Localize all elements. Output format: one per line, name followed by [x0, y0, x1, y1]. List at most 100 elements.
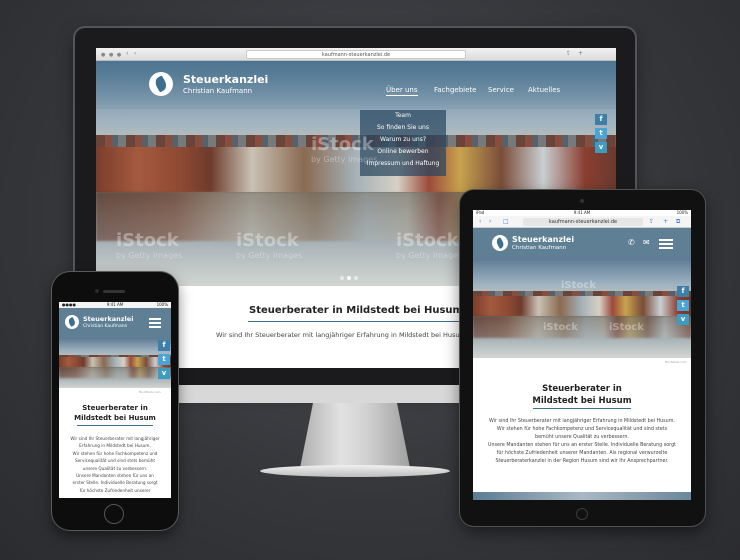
body-line: Unsere Mandanten stehen für uns an: [76, 473, 154, 479]
forward-icon[interactable]: ›: [134, 50, 136, 57]
footer-strip: [473, 492, 691, 500]
pager-dot[interactable]: [587, 361, 591, 365]
brand-title[interactable]: Steuerkanzlei: [183, 73, 268, 86]
intro-paragraph: Wir sind Ihr Steuerberater mit langjähri…: [477, 418, 687, 466]
brand-subtitle: Christian Kaufmann: [512, 245, 567, 251]
forward-icon[interactable]: ›: [489, 218, 491, 225]
pager-dot[interactable]: [354, 276, 358, 280]
new-tab-icon[interactable]: +: [663, 218, 668, 225]
pager-dot[interactable]: [340, 276, 344, 280]
pager-dot-active[interactable]: [580, 361, 584, 365]
share-icon[interactable]: ⇪: [566, 50, 571, 57]
share-icon[interactable]: ⇪: [649, 218, 654, 225]
brand-title[interactable]: Steuerkanzlei: [83, 315, 133, 323]
body-line: Unsere Mandanten stehen für uns an erste…: [487, 443, 676, 448]
page-heading-line2: Mildstedt bei Husum: [532, 396, 632, 406]
twitter-icon[interactable]: t: [595, 128, 607, 139]
body-line: für höchste Zufriedenheit unserer: [79, 487, 151, 493]
tablet-browser-bar: ‹ › □ kaufmann-steuerkanzlei.de ⇪ + ⧉: [473, 216, 691, 228]
twitter-icon[interactable]: t: [677, 300, 689, 311]
browser-toolbar: ● ● ● ‹ › kaufmann-steuerkanzlei.de ⇪ +: [96, 48, 616, 61]
brand-subtitle: Christian Kaufmann: [183, 87, 253, 95]
desktop-header: [96, 61, 616, 109]
vimeo-icon[interactable]: v: [158, 368, 170, 379]
status-time: 9:41 AM: [106, 302, 124, 307]
submenu-item-team[interactable]: Team: [360, 110, 446, 122]
body-line: Wir sind Ihr Steuerberater mit langjähri…: [489, 419, 675, 424]
body-line: Servicequalität und sind stets bemüht: [75, 458, 155, 464]
heading-underline: [248, 321, 464, 322]
monitor-stand: [299, 403, 411, 473]
phone-screen: ●●●● 9:41 AM 100% Steuerkanzlei Christia…: [59, 302, 171, 498]
battery-level: 100%: [156, 302, 168, 307]
photo-credit: fbr-iStock.com: [665, 360, 687, 364]
photo-credit: fbr-iStock.com: [139, 390, 161, 394]
body-line: erster Stelle. Individuelle Beratung sor…: [72, 480, 158, 486]
watermark: iStock by Getty Images: [116, 230, 183, 260]
pager-dot-active[interactable]: [347, 276, 351, 280]
back-icon[interactable]: ‹: [126, 50, 128, 57]
phone-home-button[interactable]: [104, 504, 124, 524]
watermark: iStock by Getty Images: [236, 230, 303, 260]
body-line: Wir stehen für hohe Fachkompetenz und Se…: [496, 427, 668, 432]
menu-icon[interactable]: [149, 318, 161, 330]
hero-image: [59, 338, 171, 388]
vimeo-icon[interactable]: v: [677, 314, 689, 325]
logo-icon[interactable]: [65, 315, 79, 329]
body-line: Erfahrung in Mildstedt bei Husum.: [79, 443, 151, 449]
body-line: Steuerberaterkanzlei in der Region Husum…: [495, 459, 669, 464]
new-tab-icon[interactable]: +: [578, 50, 583, 57]
page-heading: Steuerberater in Mildstedt bei Husum: [249, 305, 463, 316]
hero-image: [473, 258, 691, 358]
phone-camera: [95, 289, 99, 293]
window-controls-icon[interactable]: ● ● ●: [101, 52, 122, 58]
slider-pager[interactable]: [573, 350, 594, 369]
body-line: Wir stehen für hohe Fachkompetenz und: [72, 450, 158, 456]
body-line: Wir sind Ihr Steuerberater mit langjähri…: [70, 436, 160, 441]
address-bar[interactable]: kaufmann-steuerkanzlei.de: [523, 218, 643, 226]
watermark: iStock: [561, 280, 596, 291]
body-line: für höchste Zufriedenheit unserer Mandan…: [496, 451, 668, 456]
status-time: 9:41 AM: [573, 210, 591, 215]
heading-underline: [77, 425, 153, 426]
menu-icon[interactable]: [659, 239, 673, 251]
brand-subtitle: Christian Kaufmann: [83, 324, 128, 329]
facebook-icon[interactable]: f: [677, 286, 689, 297]
tablet-home-button[interactable]: [576, 508, 588, 520]
heading-underline: [533, 408, 631, 409]
submenu-item-location[interactable]: So finden Sie uns: [360, 122, 446, 134]
monitor-base: [260, 465, 450, 477]
nav-fachgebiete[interactable]: Fachgebiete: [434, 86, 476, 94]
watermark: iStock by Getty Images: [311, 134, 378, 164]
bookmarks-icon[interactable]: □: [503, 218, 509, 225]
watermark: iStock: [543, 322, 578, 333]
mail-icon[interactable]: ✉: [643, 238, 650, 247]
vimeo-icon[interactable]: v: [595, 142, 607, 153]
facebook-icon[interactable]: f: [158, 340, 170, 351]
logo-icon[interactable]: [492, 235, 508, 251]
watermark: iStock by Getty Images: [396, 230, 463, 260]
body-line: bemüht unsere Qualität zu verbessern.: [535, 435, 629, 440]
brand-title[interactable]: Steuerkanzlei: [512, 235, 574, 244]
nav-service[interactable]: Service: [488, 86, 514, 94]
address-bar[interactable]: kaufmann-steuerkanzlei.de: [246, 50, 466, 59]
page-heading-line1: Steuerberater in: [542, 384, 622, 394]
page-heading-line1: Steuerberater in: [82, 404, 148, 412]
tablet-screen: iPad 9:41 AM 100% ‹ › □ kaufmann-steuerk…: [473, 210, 691, 500]
tabs-icon[interactable]: ⧉: [676, 218, 680, 226]
battery-level: 100%: [676, 210, 688, 215]
logo-icon[interactable]: [149, 72, 173, 96]
tablet-camera: [580, 199, 584, 203]
page-heading-line2: Mildstedt bei Husum: [74, 414, 156, 422]
slider-pager[interactable]: [340, 265, 361, 284]
watermark: iStock: [609, 322, 644, 333]
nav-ueber-uns[interactable]: Über uns: [386, 86, 418, 96]
intro-paragraph: Wir sind Ihr Steuerberater mit langjähri…: [61, 435, 169, 494]
nav-aktuelles[interactable]: Aktuelles: [528, 86, 560, 94]
body-line: unsere Qualität zu verbessern.: [82, 465, 148, 471]
phone-icon[interactable]: ✆: [628, 238, 635, 247]
back-icon[interactable]: ‹: [479, 218, 481, 225]
pager-dot[interactable]: [573, 361, 577, 365]
twitter-icon[interactable]: t: [158, 354, 170, 365]
facebook-icon[interactable]: f: [595, 114, 607, 125]
